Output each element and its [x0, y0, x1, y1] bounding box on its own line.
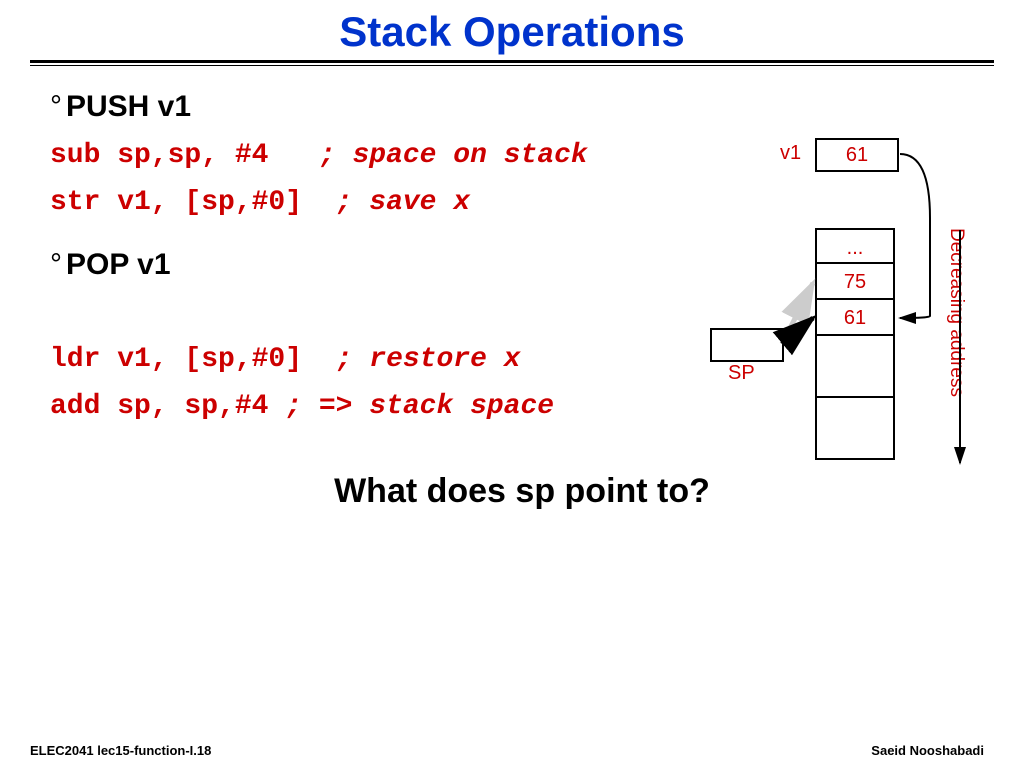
- diagram-arrows: [700, 118, 1000, 538]
- title-rule-1: [30, 60, 994, 63]
- push-heading-text: PUSH v1: [66, 90, 191, 123]
- code4-comment: ; => stack space: [285, 391, 554, 422]
- code3-comment: ; restore x: [336, 344, 521, 375]
- slide-title: Stack Operations: [0, 8, 1024, 56]
- code4-instruction: add sp, sp,#4: [50, 391, 285, 422]
- pop-heading-text: POP v1: [66, 248, 171, 281]
- code1-instruction: sub sp,sp, #4: [50, 140, 319, 171]
- code2-instruction: str v1, [sp,#0]: [50, 187, 336, 218]
- footer-right: Saeid Nooshabadi: [871, 743, 984, 758]
- code1-comment: ; space on stack: [319, 140, 588, 171]
- stack-diagram: v1 61 SP ... 75 61 Decreasing address: [700, 118, 1000, 538]
- code2-comment: ; save x: [336, 187, 470, 218]
- footer-left: ELEC2041 lec15-function-I.18: [30, 743, 211, 758]
- code3-instruction: ldr v1, [sp,#0]: [50, 344, 336, 375]
- arrow-sp-gray: [782, 283, 813, 344]
- arrow-v1-to-stack: [900, 154, 930, 318]
